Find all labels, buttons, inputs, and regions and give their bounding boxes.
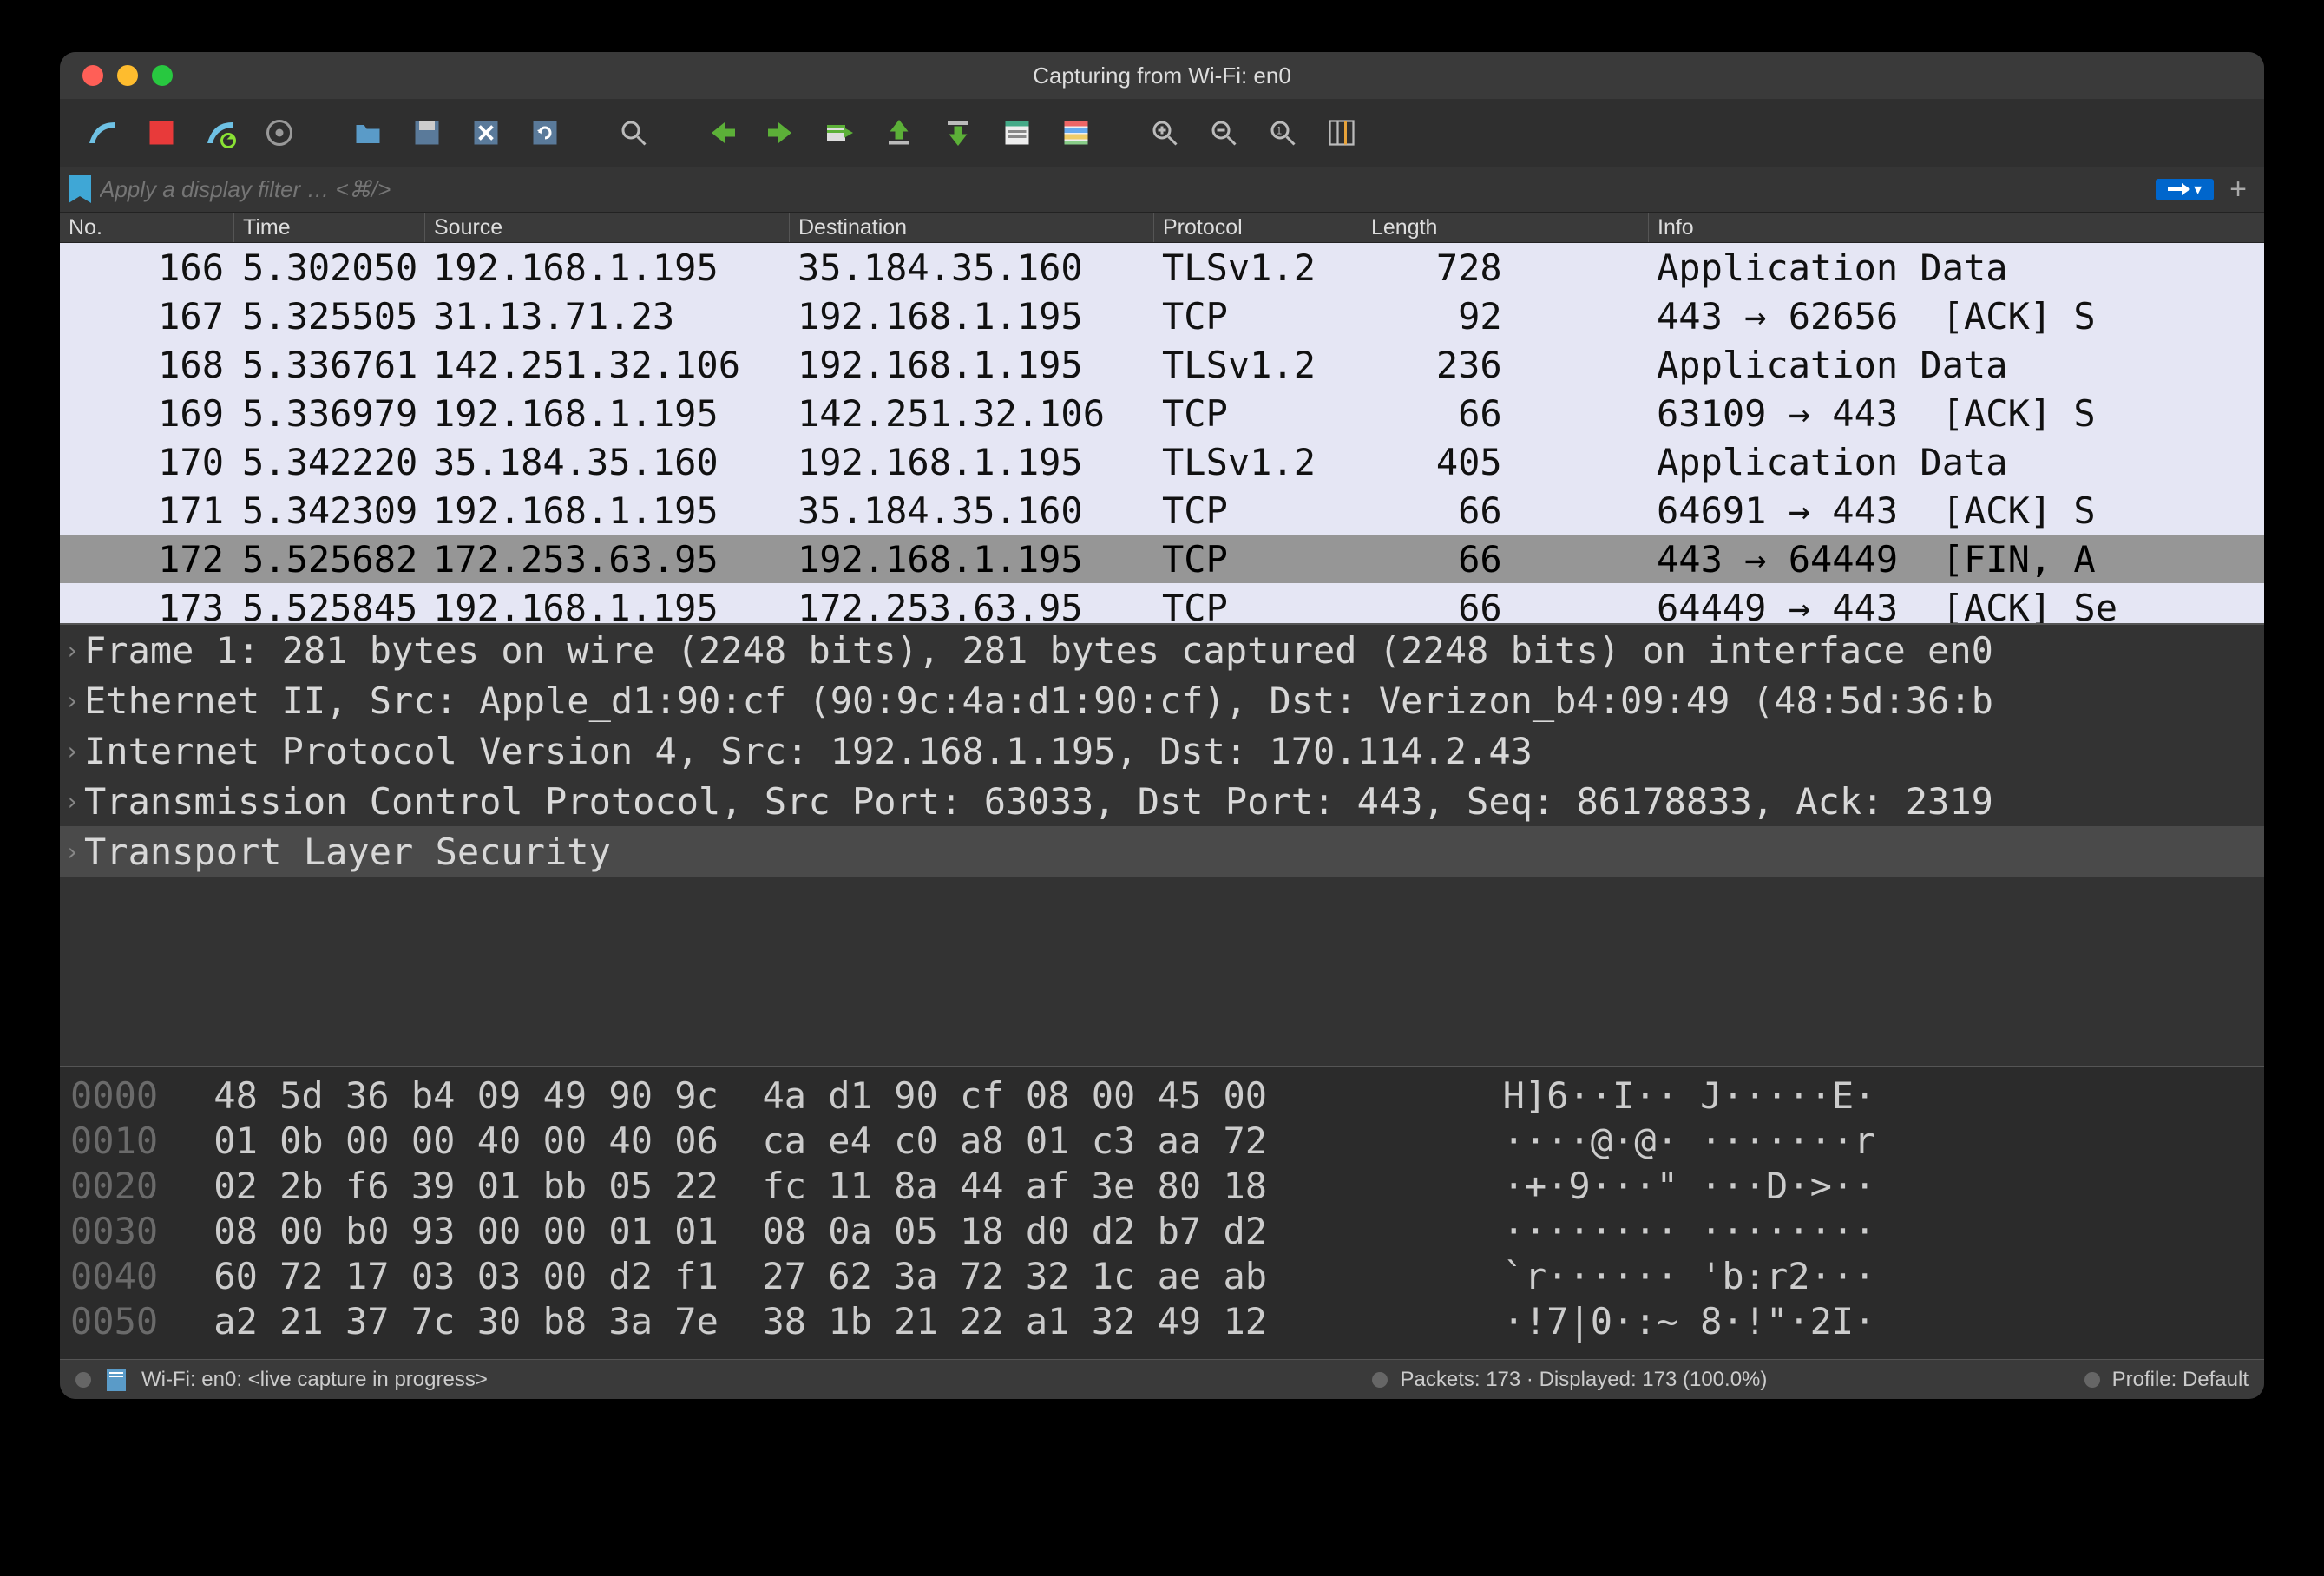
expert-info-icon[interactable]	[75, 1372, 91, 1388]
detail-tree-item[interactable]: ›Frame 1: 281 bytes on wire (2248 bits),…	[60, 625, 2264, 675]
svg-text:1: 1	[1277, 125, 1283, 137]
filter-bookmark-icon[interactable]	[69, 175, 91, 203]
expand-icon[interactable]: ›	[60, 686, 84, 715]
column-header-source[interactable]: Source	[424, 213, 789, 242]
zoom-reset-button[interactable]: 1	[1256, 108, 1310, 158]
find-packet-button[interactable]	[607, 108, 660, 158]
titlebar: Capturing from Wi-Fi: en0	[60, 52, 2264, 99]
start-capture-button[interactable]	[75, 108, 129, 158]
hex-row[interactable]: 0020 02 2b f6 39 01 bb 05 22 fc 11 8a 44…	[70, 1165, 2254, 1210]
column-header-protocol[interactable]: Protocol	[1153, 213, 1362, 242]
app-window: Capturing from Wi-Fi: en0	[60, 52, 2264, 1399]
hex-row[interactable]: 0030 08 00 b0 93 00 00 01 01 08 0a 05 18…	[70, 1210, 2254, 1255]
resize-columns-button[interactable]	[1315, 108, 1369, 158]
packet-details-pane[interactable]: ›Frame 1: 281 bytes on wire (2248 bits),…	[60, 623, 2264, 1066]
expand-icon[interactable]: ›	[60, 837, 84, 866]
display-filter-bar: ▾ +	[60, 167, 2264, 212]
go-first-packet-button[interactable]	[872, 108, 926, 158]
window-title: Capturing from Wi-Fi: en0	[60, 62, 2264, 89]
status-bar: Wi-Fi: en0: <live capture in progress> P…	[60, 1359, 2264, 1399]
status-profile-icon	[2084, 1372, 2100, 1388]
detail-tree-item[interactable]: ›Transmission Control Protocol, Src Port…	[60, 776, 2264, 826]
packet-row[interactable]: 1725.525682172.253.63.95192.168.1.195TCP…	[60, 535, 2264, 583]
traffic-lights	[60, 65, 173, 86]
hex-row[interactable]: 0000 48 5d 36 b4 09 49 90 9c 4a d1 90 cf…	[70, 1074, 2254, 1120]
status-packets-label: Packets: 173 · Displayed: 173 (100.0%)	[1400, 1368, 1767, 1392]
column-header-destination[interactable]: Destination	[789, 213, 1153, 242]
expand-icon[interactable]: ›	[60, 636, 84, 665]
column-header-no[interactable]: No.	[60, 213, 233, 242]
packet-list-header: No.TimeSourceDestinationProtocolLengthIn…	[60, 212, 2264, 243]
reload-file-button[interactable]	[518, 108, 572, 158]
expand-icon[interactable]: ›	[60, 787, 84, 816]
capture-options-button[interactable]	[253, 108, 306, 158]
packet-row[interactable]: 1715.342309192.168.1.19535.184.35.160TCP…	[60, 486, 2264, 535]
packet-list-pane[interactable]: 1665.302050192.168.1.19535.184.35.160TLS…	[60, 243, 2264, 623]
colorize-button[interactable]	[1049, 108, 1103, 158]
add-filter-button[interactable]: +	[2221, 173, 2255, 207]
packet-row[interactable]: 1695.336979192.168.1.195142.251.32.106TC…	[60, 389, 2264, 437]
capture-file-icon[interactable]	[107, 1369, 126, 1391]
zoom-in-button[interactable]	[1138, 108, 1192, 158]
column-header-length[interactable]: Length	[1362, 213, 1648, 242]
packet-row[interactable]: 1705.34222035.184.35.160192.168.1.195TLS…	[60, 437, 2264, 486]
column-header-info[interactable]: Info	[1648, 213, 2247, 242]
detail-tree-item[interactable]: ›Internet Protocol Version 4, Src: 192.1…	[60, 726, 2264, 776]
close-file-button[interactable]	[459, 108, 513, 158]
go-last-packet-button[interactable]	[931, 108, 985, 158]
save-file-button[interactable]	[400, 108, 454, 158]
go-to-packet-button[interactable]	[813, 108, 867, 158]
restart-capture-button[interactable]	[194, 108, 247, 158]
auto-scroll-button[interactable]	[990, 108, 1044, 158]
packet-row[interactable]: 1675.32550531.13.71.23192.168.1.195TCP 9…	[60, 292, 2264, 340]
expand-icon[interactable]: ›	[60, 737, 84, 765]
hex-row[interactable]: 0010 01 0b 00 00 40 00 40 06 ca e4 c0 a8…	[70, 1120, 2254, 1165]
hex-row[interactable]: 0040 60 72 17 03 03 00 d2 f1 27 62 3a 72…	[70, 1255, 2254, 1300]
hex-row[interactable]: 0050 a2 21 37 7c 30 b8 3a 7e 38 1b 21 22…	[70, 1300, 2254, 1345]
minimize-button[interactable]	[117, 65, 138, 86]
go-forward-button[interactable]	[754, 108, 808, 158]
status-profile-label[interactable]: Profile: Default	[2112, 1368, 2249, 1392]
close-button[interactable]	[82, 65, 103, 86]
packet-bytes-pane[interactable]: 0000 48 5d 36 b4 09 49 90 9c 4a d1 90 cf…	[60, 1066, 2264, 1359]
stop-capture-button[interactable]	[135, 108, 188, 158]
detail-tree-item[interactable]: ›Transport Layer Security	[60, 826, 2264, 877]
status-mid-icon	[1372, 1372, 1388, 1388]
packet-row[interactable]: 1685.336761142.251.32.106192.168.1.195TL…	[60, 340, 2264, 389]
column-header-time[interactable]: Time	[233, 213, 424, 242]
packet-row[interactable]: 1735.525845192.168.1.195172.253.63.95TCP…	[60, 583, 2264, 623]
detail-tree-item[interactable]: ›Ethernet II, Src: Apple_d1:90:cf (90:9c…	[60, 675, 2264, 726]
status-interface-label: Wi-Fi: en0: <live capture in progress>	[141, 1368, 488, 1392]
zoom-out-button[interactable]	[1197, 108, 1251, 158]
packet-row[interactable]: 1665.302050192.168.1.19535.184.35.160TLS…	[60, 243, 2264, 292]
display-filter-input[interactable]	[100, 176, 2147, 203]
maximize-button[interactable]	[152, 65, 173, 86]
apply-filter-button[interactable]: ▾	[2156, 179, 2214, 200]
open-file-button[interactable]	[341, 108, 395, 158]
main-toolbar: 1	[60, 99, 2264, 167]
go-back-button[interactable]	[695, 108, 749, 158]
